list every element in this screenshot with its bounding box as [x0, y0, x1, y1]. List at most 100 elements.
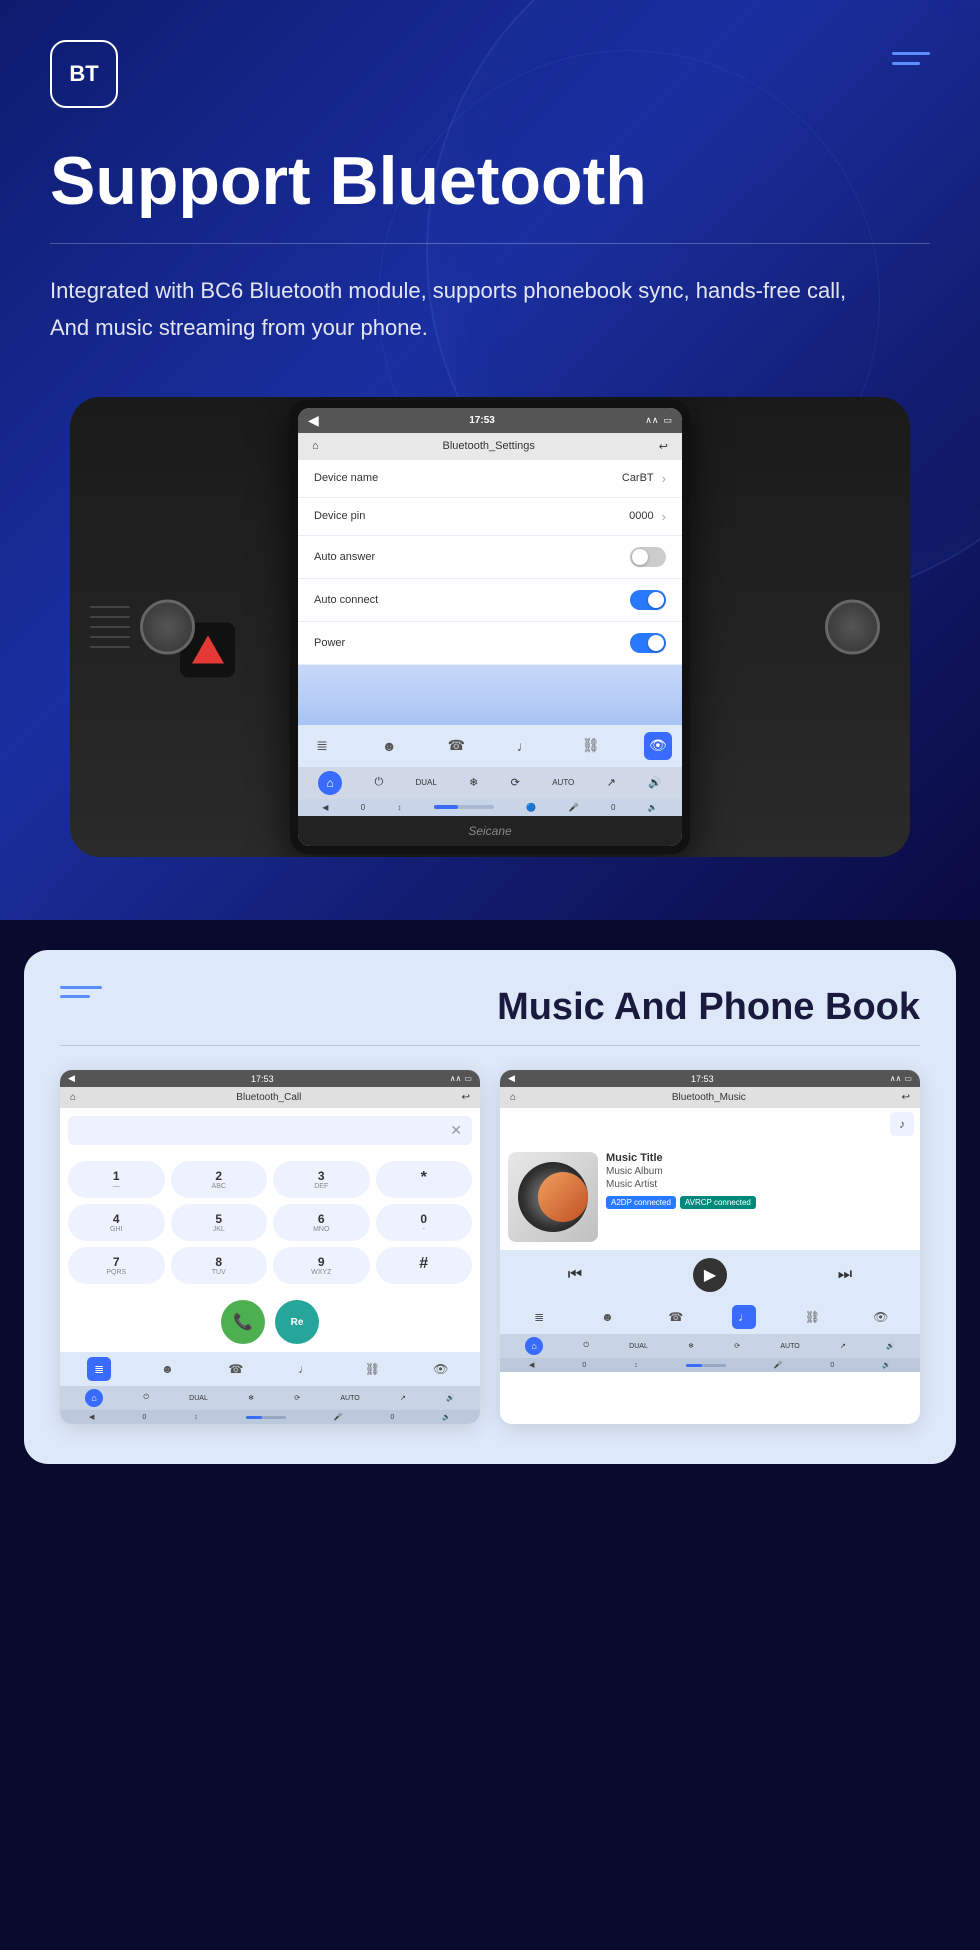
call-home-btn[interactable]: ⌂ — [85, 1389, 103, 1407]
music-time: 17:53 — [691, 1074, 714, 1084]
call-answer-btn[interactable]: 📞 — [221, 1300, 265, 1344]
right-knob[interactable] — [825, 599, 880, 654]
dial-key-2[interactable]: 2ABC — [171, 1161, 268, 1198]
home-btn[interactable]: ⌂ — [318, 771, 342, 795]
home-ctrl[interactable]: ⌂ — [318, 771, 342, 795]
call-back-arrow[interactable]: ◀ — [68, 1073, 75, 1084]
nav-home-icon[interactable]: ⌂ — [312, 440, 319, 452]
mic-icon[interactable]: 🎤 — [569, 803, 579, 812]
call-progress[interactable] — [246, 1416, 286, 1419]
music-fan-icon[interactable]: ↗ — [840, 1342, 846, 1350]
music-note-btn[interactable]: ♪ — [890, 1112, 914, 1136]
call-fan-icon[interactable]: ↗ — [400, 1394, 406, 1402]
play-btn[interactable]: ▶ — [693, 1258, 727, 1292]
call-back-icon[interactable]: ↩ — [462, 1092, 470, 1103]
dial-key-7[interactable]: 7PQRS — [68, 1247, 165, 1284]
back-arrow-small[interactable]: ◀ — [322, 803, 328, 812]
car-background: ◀ 17:53 ∧∧ ▭ ⌂ Bluetooth_Settings ↩ — [70, 397, 910, 857]
music-car-ctrl: ⌂ ⏻ DUAL ❄ ⟳ AUTO ↗ 🔊 — [500, 1334, 920, 1358]
call-nav-music[interactable]: ♩ — [292, 1357, 316, 1381]
music-content: Music Title Music Album Music Artist A2D… — [500, 1144, 920, 1250]
slider-progress[interactable] — [434, 805, 494, 809]
call-vol-icon[interactable]: 🔊 — [446, 1394, 455, 1402]
dial-key-star[interactable]: * — [376, 1161, 473, 1198]
hazard-triangle-icon — [192, 636, 224, 664]
vol-down-icon[interactable]: 🔉 — [648, 803, 658, 812]
music-power-icon[interactable]: ⏻ — [583, 1342, 589, 1350]
screen-back-arrow[interactable]: ◀ — [308, 412, 319, 429]
device-pin-row[interactable]: Device pin 0000 › — [298, 498, 682, 536]
fan-ctrl[interactable]: ↗ — [607, 776, 616, 789]
music-hamburger[interactable] — [60, 986, 102, 998]
dial-key-5[interactable]: 5JKL — [171, 1204, 268, 1241]
call-nav-phone[interactable]: ☎ — [224, 1357, 248, 1381]
hero-desc-line2: And music streaming from your phone. — [50, 315, 428, 340]
nav-icon-person[interactable]: ☻ — [375, 732, 403, 760]
nav-icon-grid[interactable]: ≣ — [308, 732, 336, 760]
call-snowflake-icon[interactable]: ❄ — [248, 1394, 254, 1402]
power-ctrl[interactable]: ⏻ — [374, 776, 383, 789]
music-nav-music[interactable]: ♩ — [732, 1305, 756, 1329]
power-row[interactable]: Power — [298, 622, 682, 665]
call-mic-icon[interactable]: 🎤 — [334, 1413, 343, 1421]
call-back-small[interactable]: ◀ — [89, 1413, 94, 1421]
snowflake-ctrl[interactable]: ❄ — [469, 776, 478, 789]
dial-key-8[interactable]: 8TUV — [171, 1247, 268, 1284]
music-home-icon[interactable]: ⌂ — [510, 1092, 516, 1103]
music-nav-grid[interactable]: ≣ — [527, 1305, 551, 1329]
nav-back-icon[interactable]: ↩ — [659, 440, 668, 453]
call-nav-person[interactable]: ☻ — [155, 1357, 179, 1381]
call-nav-eye[interactable]: 👁 — [429, 1357, 453, 1381]
music-back-icon[interactable]: ↩ — [902, 1092, 910, 1103]
music-back-small[interactable]: ◀ — [529, 1361, 534, 1369]
prev-btn[interactable]: ⏮ — [559, 1259, 591, 1291]
dial-key-hash[interactable]: # — [376, 1247, 473, 1284]
music-vol-down[interactable]: 🔉 — [882, 1361, 891, 1369]
left-knob[interactable] — [140, 599, 195, 654]
auto-connect-row[interactable]: Auto connect — [298, 579, 682, 622]
music-nav-link[interactable]: ⛓ — [800, 1305, 824, 1329]
call-vol-down[interactable]: 🔉 — [442, 1413, 451, 1421]
call-clear-btn[interactable]: ✕ — [450, 1122, 462, 1139]
call-redial-btn[interactable]: Re — [275, 1300, 319, 1344]
power-toggle[interactable] — [630, 633, 666, 653]
nav-icon-phone[interactable]: ☎ — [442, 732, 470, 760]
call-power-icon[interactable]: ⏻ — [143, 1394, 149, 1402]
next-btn[interactable]: ⏭ — [829, 1259, 861, 1291]
music-progress[interactable] — [686, 1364, 726, 1367]
auto-answer-toggle[interactable] — [630, 547, 666, 567]
music-nav-eye[interactable]: 👁 — [869, 1305, 893, 1329]
auto-answer-row[interactable]: Auto answer — [298, 536, 682, 579]
music-title-label: Bluetooth_Music — [672, 1092, 746, 1103]
album-art — [508, 1152, 598, 1242]
music-auto-label: AUTO — [780, 1343, 799, 1350]
dial-key-0[interactable]: 0- — [376, 1204, 473, 1241]
device-name-row[interactable]: Device name CarBT › — [298, 460, 682, 498]
music-home-btn[interactable]: ⌂ — [525, 1337, 543, 1355]
call-home-icon[interactable]: ⌂ — [70, 1092, 76, 1103]
hamburger-menu[interactable] — [892, 40, 930, 65]
call-ac-icon[interactable]: ⟳ — [294, 1394, 300, 1402]
dial-key-6[interactable]: 6MNO — [273, 1204, 370, 1241]
dial-key-9[interactable]: 9WXYZ — [273, 1247, 370, 1284]
music-nav-phone[interactable]: ☎ — [664, 1305, 688, 1329]
call-nav-grid[interactable]: ≣ — [87, 1357, 111, 1381]
vol-ctrl[interactable]: 🔊 — [648, 776, 662, 789]
music-ac-icon[interactable]: ⟳ — [734, 1342, 740, 1350]
dial-key-3[interactable]: 3DEF — [273, 1161, 370, 1198]
music-snowflake-icon[interactable]: ❄ — [688, 1342, 694, 1350]
call-nav-link[interactable]: ⛓ — [360, 1357, 384, 1381]
music-back-arrow[interactable]: ◀ — [508, 1073, 515, 1084]
dial-key-1[interactable]: 1— — [68, 1161, 165, 1198]
nav-icon-link[interactable]: ⛓ — [577, 732, 605, 760]
ac-ctrl[interactable]: ⟳ — [511, 776, 520, 789]
nav-icon-eye[interactable]: 👁 — [644, 732, 672, 760]
auto-connect-toggle[interactable] — [630, 590, 666, 610]
nav-icon-music[interactable]: ♩ — [510, 732, 538, 760]
dial-key-4[interactable]: 4GHI — [68, 1204, 165, 1241]
music-nav-person[interactable]: ☻ — [595, 1305, 619, 1329]
screen-nav-bar: ⌂ Bluetooth_Settings ↩ — [298, 433, 682, 460]
music-mic-icon[interactable]: 🎤 — [774, 1361, 783, 1369]
music-vol-icon[interactable]: 🔊 — [886, 1342, 895, 1350]
bt-logo-text: BT — [69, 61, 98, 87]
